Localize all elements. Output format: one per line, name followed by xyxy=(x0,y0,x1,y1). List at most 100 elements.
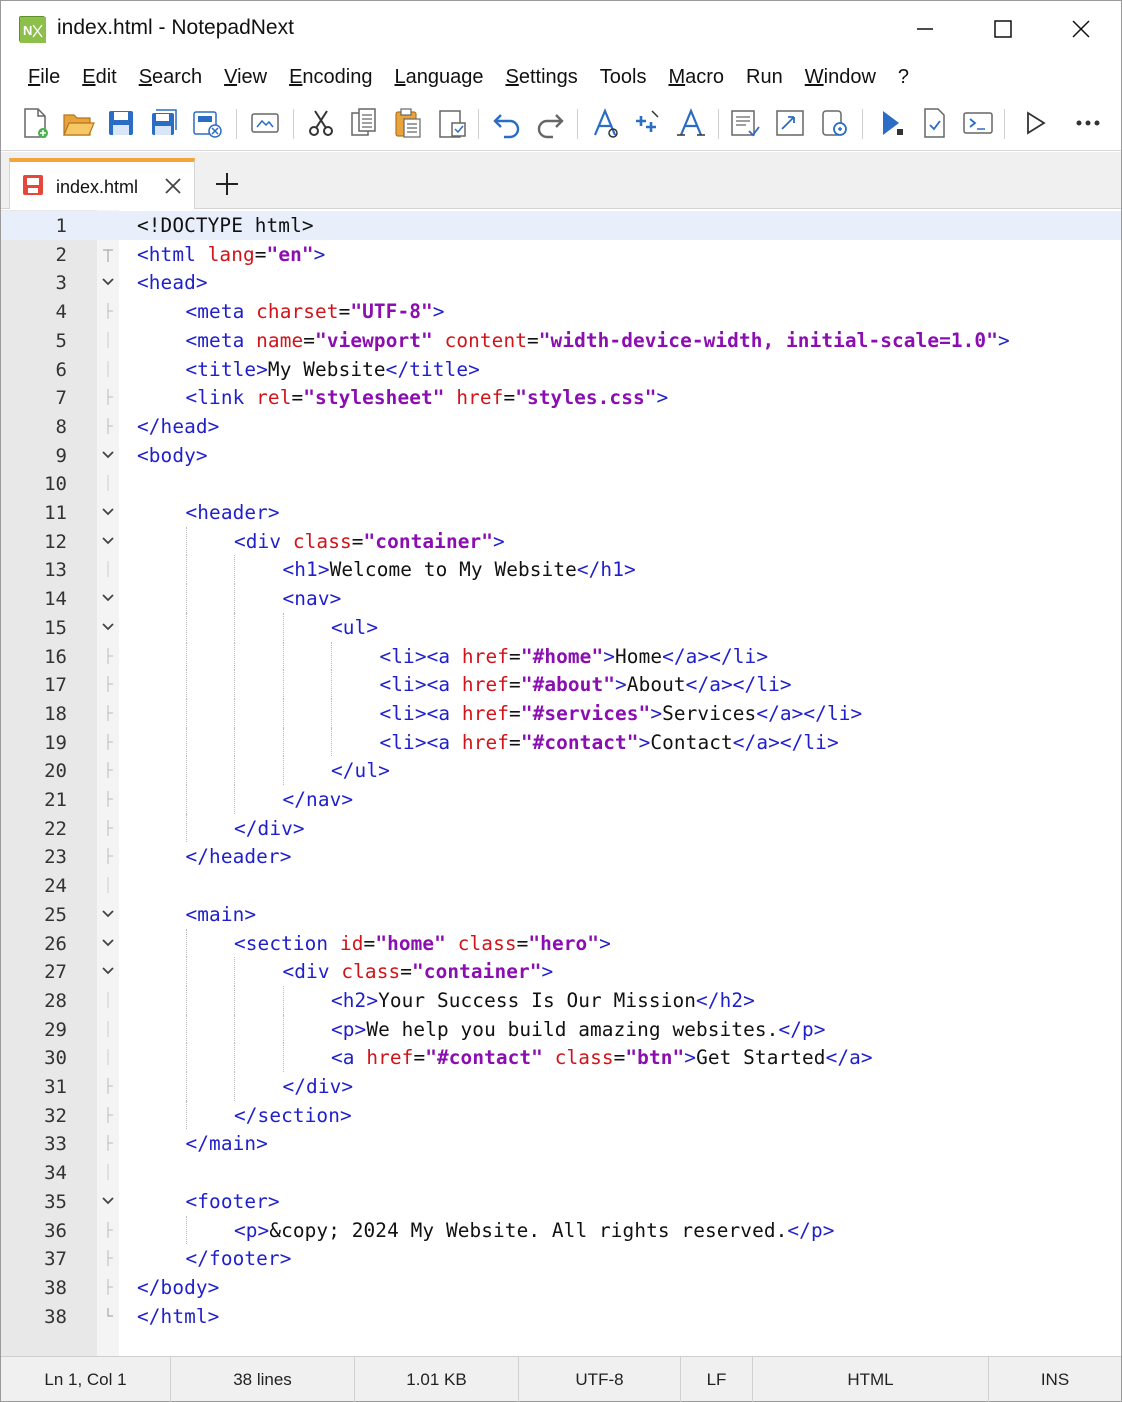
code-line[interactable]: 37 </footer> xyxy=(1,1244,1121,1273)
menu-window[interactable]: Window xyxy=(794,66,887,89)
fold-chevron-down-icon[interactable] xyxy=(100,963,116,979)
code-line[interactable]: 14 <nav> xyxy=(1,584,1121,613)
menu-language[interactable]: Language xyxy=(383,66,494,89)
fold-chevron-down-icon[interactable] xyxy=(100,1193,116,1209)
status-language[interactable]: HTML xyxy=(753,1357,989,1402)
code-line[interactable]: 9 <body> xyxy=(1,441,1121,470)
cut-button[interactable] xyxy=(303,105,339,141)
fold-chevron-down-icon[interactable] xyxy=(100,590,116,606)
code-line[interactable]: 23 </header> xyxy=(1,842,1121,871)
word-wrap-button[interactable] xyxy=(772,105,808,141)
code-line[interactable]: 38 </html> xyxy=(1,1302,1121,1331)
open-folder-button[interactable] xyxy=(60,105,96,141)
code-line[interactable]: 20 </ul> xyxy=(1,756,1121,785)
menu-tools[interactable]: Tools xyxy=(589,66,658,89)
code-line[interactable]: 15 <ul> xyxy=(1,612,1121,642)
save-all-button[interactable] xyxy=(146,105,182,141)
code-line[interactable]: 1 <!DOCTYPE html> xyxy=(1,211,1121,240)
status-insert-mode[interactable]: INS xyxy=(989,1357,1121,1402)
undo-button[interactable] xyxy=(489,105,525,141)
title-bar[interactable]: N index.html - NotepadNext xyxy=(1,1,1121,57)
fold-chevron-down-icon[interactable] xyxy=(100,619,116,635)
code-line[interactable]: 5 <meta name="viewport" content="width-de… xyxy=(1,326,1121,355)
maximize-button[interactable] xyxy=(975,9,1031,49)
code-line[interactable]: 35 <footer> xyxy=(1,1187,1121,1216)
code-line[interactable]: 38 </body> xyxy=(1,1273,1121,1302)
code-line[interactable]: 2 <html lang="en"> xyxy=(1,240,1121,269)
status-eol[interactable]: LF xyxy=(681,1357,753,1402)
code-line[interactable]: 28 <h2>Your Success Is Our Mission</h2> xyxy=(1,985,1121,1015)
code-line[interactable]: 18 <li><a href="#services">Services</a></… xyxy=(1,698,1121,728)
code-line[interactable]: 26 <section id="home" class="hero"> xyxy=(1,928,1121,958)
menu-run[interactable]: Run xyxy=(735,66,794,89)
menu-settings[interactable]: Settings xyxy=(494,66,588,89)
code-line[interactable]: 32 </section> xyxy=(1,1100,1121,1130)
minimize-button[interactable] xyxy=(897,9,953,49)
save-button[interactable] xyxy=(103,105,139,141)
run-button[interactable] xyxy=(1017,105,1053,141)
fold-chevron-down-icon[interactable] xyxy=(100,274,116,290)
show-whitespace-button[interactable] xyxy=(727,105,763,141)
code-line[interactable]: 11 <header> xyxy=(1,498,1121,527)
fold-chevron-down-icon[interactable] xyxy=(100,533,116,549)
status-cursor-position[interactable]: Ln 1, Col 1 xyxy=(1,1357,171,1402)
tab-index-html[interactable]: index.html xyxy=(9,158,195,209)
macro-save-button[interactable] xyxy=(960,105,996,141)
new-tab-icon[interactable] xyxy=(213,170,241,198)
fold-chevron-down-icon[interactable] xyxy=(100,504,116,520)
macro-playback-button[interactable] xyxy=(916,105,952,141)
zoom-button[interactable] xyxy=(816,105,852,141)
menu-edit[interactable]: Edit xyxy=(71,66,127,89)
word-wrap-icon xyxy=(776,110,804,136)
paste-button[interactable] xyxy=(390,105,426,141)
paste-special-button[interactable] xyxy=(434,105,470,141)
code-line[interactable]: 17 <li><a href="#about">About</a></li> xyxy=(1,670,1121,699)
menu-file[interactable]: File xyxy=(17,66,71,89)
code-line[interactable]: 25 <main> xyxy=(1,900,1121,929)
print-preview-button[interactable] xyxy=(247,105,283,141)
new-file-button[interactable] xyxy=(17,105,53,141)
overflow-button[interactable] xyxy=(1070,105,1106,141)
code-line[interactable]: 31 </div> xyxy=(1,1072,1121,1101)
code-line[interactable]: 33 </main> xyxy=(1,1129,1121,1158)
code-line[interactable]: 29 <p>We help you build amazing websites.… xyxy=(1,1014,1121,1044)
menu-encoding[interactable]: Encoding xyxy=(278,66,383,89)
close-window-button[interactable] xyxy=(1053,9,1109,49)
fold-chevron-down-icon[interactable] xyxy=(100,906,116,922)
code-line[interactable]: 19 <li><a href="#contact">Contact</a></li… xyxy=(1,727,1121,757)
code-line[interactable]: 34 xyxy=(1,1158,1121,1187)
find-button[interactable] xyxy=(587,105,623,141)
find-in-files-button[interactable] xyxy=(673,105,709,141)
code-line[interactable]: 13 <h1>Welcome to My Website</h1> xyxy=(1,555,1121,585)
close-all-button[interactable] xyxy=(189,105,225,141)
replace-button[interactable] xyxy=(630,105,666,141)
code-line[interactable]: 4 <meta charset="UTF-8"> xyxy=(1,297,1121,326)
code-editor[interactable]: 1 <!DOCTYPE html> 2 <html lang="en"> 3 <head>… xyxy=(1,210,1121,1356)
menu-view[interactable]: View xyxy=(213,66,278,89)
code-line[interactable]: 6 <title>My Website</title> xyxy=(1,355,1121,384)
code-line[interactable]: 21 </nav> xyxy=(1,785,1121,814)
fold-chevron-down-icon[interactable] xyxy=(100,447,116,463)
code-line[interactable]: 22 </div> xyxy=(1,813,1121,843)
code-line[interactable]: 24 xyxy=(1,871,1121,900)
fold-line-marker xyxy=(107,676,113,693)
tab-close-icon[interactable] xyxy=(162,175,184,197)
redo-button[interactable] xyxy=(532,105,568,141)
macro-record-button[interactable] xyxy=(873,105,909,141)
code-line[interactable]: 7 <link rel="stylesheet" href="styles.css… xyxy=(1,383,1121,412)
fold-chevron-down-icon[interactable] xyxy=(100,935,116,951)
code-line[interactable]: 30 <a href="#contact" class="btn">Get Sta… xyxy=(1,1043,1121,1072)
code-line[interactable]: 27 <div class="container"> xyxy=(1,957,1121,986)
code-line[interactable]: 10 xyxy=(1,469,1121,498)
menu-macro[interactable]: Macro xyxy=(657,66,735,89)
menu-search[interactable]: Search xyxy=(128,66,213,89)
code-line[interactable]: 12 <div class="container"> xyxy=(1,526,1121,556)
menu-help[interactable]: ? xyxy=(887,66,920,89)
code-line[interactable]: 3 <head> xyxy=(1,268,1121,297)
code-line[interactable]: 16 <li><a href="#home">Home</a></li> xyxy=(1,641,1121,671)
code-line[interactable]: 36 <p>&copy; 2024 My Website. All rights … xyxy=(1,1215,1121,1245)
code-token-tag: </div> xyxy=(282,1075,354,1098)
status-encoding[interactable]: UTF-8 xyxy=(519,1357,681,1402)
copy-button[interactable] xyxy=(346,105,382,141)
code-line[interactable]: 8 </head> xyxy=(1,412,1121,441)
